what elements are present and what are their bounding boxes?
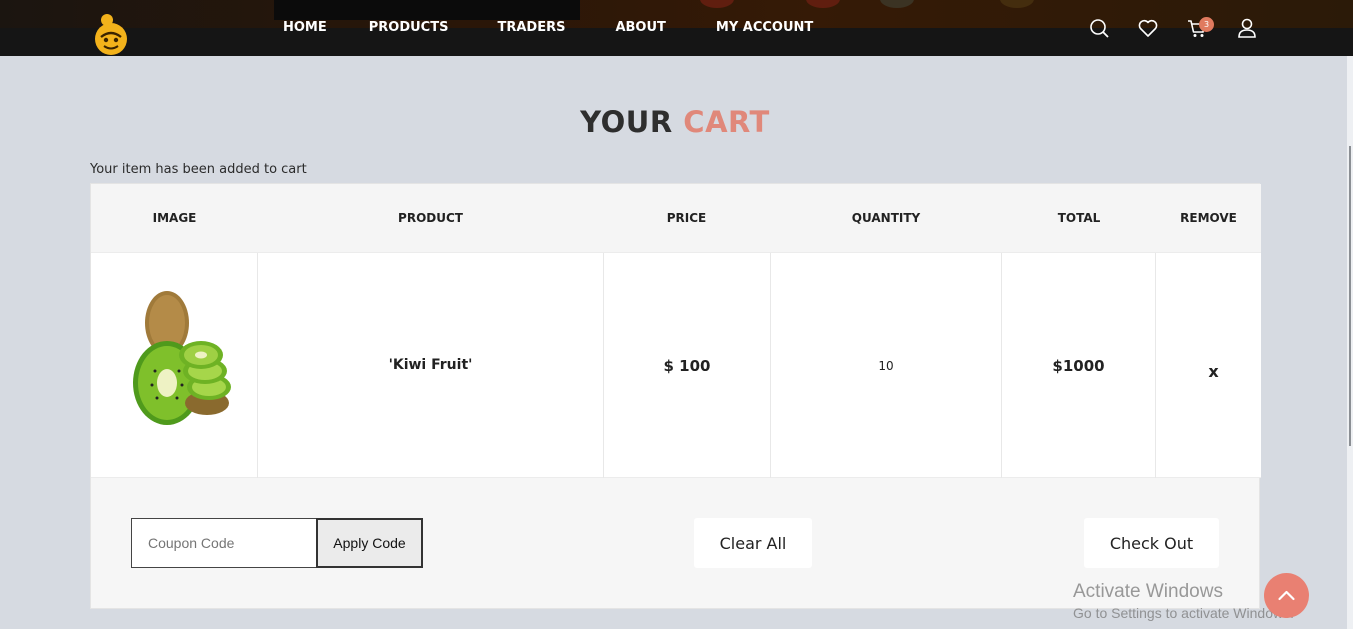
quantity-value[interactable]: 10 (771, 359, 1001, 373)
nav-products[interactable]: PRODUCTS (369, 20, 449, 35)
column-header-product: PRODUCT (398, 211, 463, 225)
cell-image (91, 253, 258, 478)
apply-code-button[interactable]: Apply Code (316, 518, 423, 568)
user-icon[interactable] (1236, 17, 1258, 39)
scroll-to-top-button[interactable] (1264, 573, 1309, 618)
column-header-quantity: QUANTITY (851, 211, 921, 225)
cell-price: $ 100 (604, 253, 771, 478)
watermark-line1: Activate Windows (1073, 581, 1223, 602)
coupon-code-input[interactable] (131, 518, 317, 568)
search-icon[interactable] (1088, 17, 1110, 39)
page-title-cart: CART (683, 105, 770, 139)
cart-added-notice: Your item has been added to cart (90, 162, 307, 177)
cart-count-badge: 3 (1199, 17, 1214, 32)
heart-icon[interactable] (1137, 17, 1159, 39)
column-header-remove: REMOVE (1180, 211, 1237, 225)
activate-windows-watermark: Activate Windows Go to Settings to activ… (1073, 581, 1294, 621)
product-price: $ 100 (663, 357, 711, 375)
table-row: 'Kiwi Fruit' $ 100 10 $1000 x (91, 252, 1261, 478)
site-header: HOME PRODUCTS TRADERS ABOUT MY ACCOUNT 3 (0, 0, 1353, 56)
page-scrollbar[interactable] (1347, 56, 1353, 629)
cell-quantity: 10 (771, 253, 1002, 478)
column-header-total: TOTAL (1057, 211, 1101, 225)
kiwi-fruit-image[interactable] (105, 271, 247, 437)
cell-remove: x (1156, 253, 1261, 478)
site-logo[interactable] (92, 10, 130, 56)
nav-home[interactable]: HOME (283, 20, 327, 35)
page-title: YOUR CART (0, 105, 1350, 139)
chevron-up-icon (1278, 590, 1295, 601)
product-name: 'Kiwi Fruit' (388, 357, 473, 373)
remove-item-button[interactable]: x (1161, 362, 1266, 381)
column-header-image: IMAGE (152, 211, 197, 225)
cell-total: $1000 (1002, 253, 1156, 478)
check-out-button[interactable]: Check Out (1084, 518, 1219, 568)
scrollbar-thumb[interactable] (1349, 146, 1351, 446)
column-header-price: PRICE (666, 211, 707, 225)
main-nav: HOME PRODUCTS TRADERS ABOUT MY ACCOUNT (283, 20, 813, 35)
page-title-your: YOUR (580, 105, 673, 139)
header-icons (1088, 17, 1268, 41)
cart-table-header: IMAGE PRODUCT PRICE QUANTITY TOTAL REMOV… (91, 184, 1261, 252)
nav-about[interactable]: ABOUT (615, 20, 665, 35)
watermark-line2: Go to Settings to activate Windows. (1073, 605, 1294, 621)
order-now-banner (274, 0, 580, 20)
clear-all-button[interactable]: Clear All (694, 518, 812, 568)
nav-my-account[interactable]: MY ACCOUNT (716, 20, 813, 35)
line-total: $1000 (1052, 357, 1105, 375)
cell-product: 'Kiwi Fruit' (258, 253, 604, 478)
nav-traders[interactable]: TRADERS (497, 20, 565, 35)
